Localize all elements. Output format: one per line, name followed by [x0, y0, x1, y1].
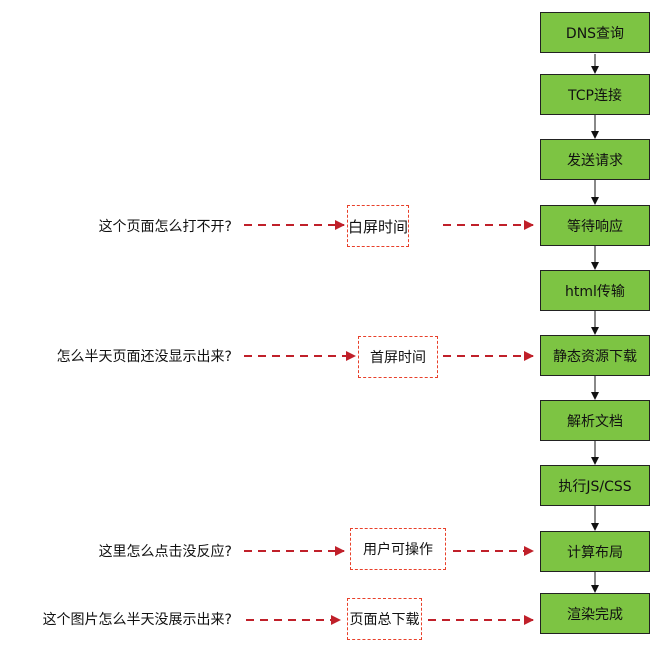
- step-send-request: 发送请求: [540, 139, 650, 180]
- step-parse-document: 解析文档: [540, 400, 650, 441]
- step-html-transfer: html传输: [540, 270, 650, 311]
- step-wait-response: 等待响应: [540, 205, 650, 246]
- question-image-not-shown: 这个图片怎么半天没展示出来?: [42, 612, 232, 628]
- step-tcp: TCP连接: [540, 74, 650, 115]
- step-render-complete: 渲染完成: [540, 593, 650, 634]
- milestone-full-download: 页面总下载: [347, 598, 422, 640]
- milestone-interactive: 用户可操作: [350, 528, 446, 570]
- milestone-white-screen: 白屏时间: [347, 205, 409, 247]
- question-page-not-open: 这个页面怎么打不开?: [98, 219, 232, 235]
- step-dns: DNS查询: [540, 12, 650, 53]
- step-execute-js-css: 执行JS/CSS: [540, 465, 650, 506]
- step-static-download: 静态资源下载: [540, 335, 650, 376]
- milestone-first-screen: 首屏时间: [358, 336, 438, 378]
- question-click-no-response: 这里怎么点击没反应?: [98, 544, 232, 560]
- step-layout: 计算布局: [540, 531, 650, 572]
- question-page-not-shown: 怎么半天页面还没显示出来?: [56, 349, 232, 365]
